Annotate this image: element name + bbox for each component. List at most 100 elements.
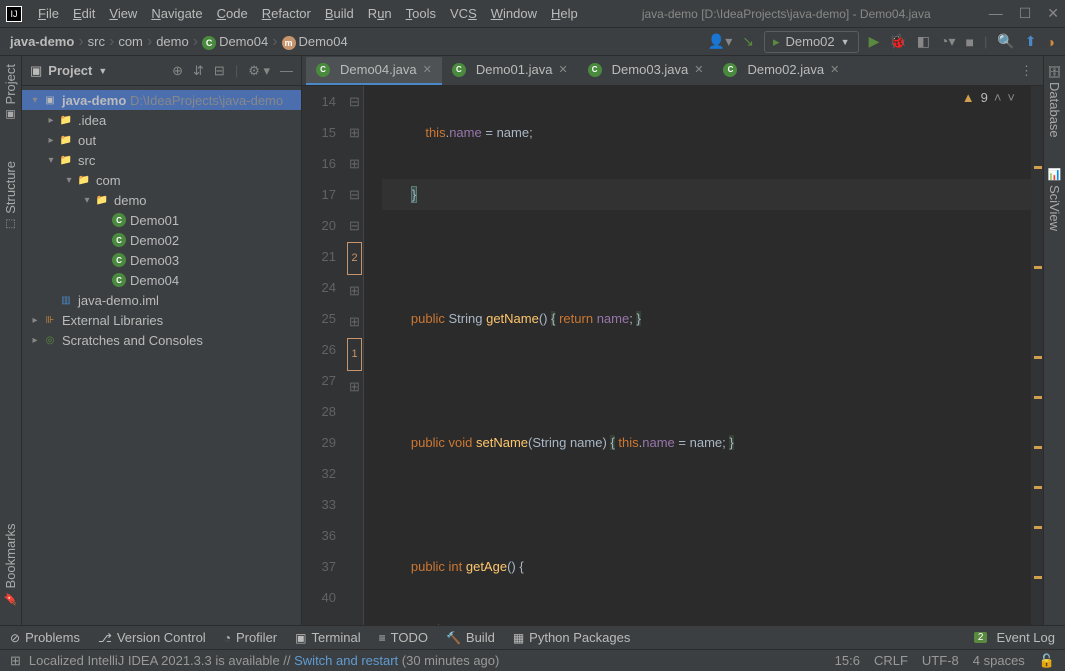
bc-class[interactable]: CDemo04 (202, 34, 268, 50)
collapse-all-icon[interactable]: ⊟ (214, 63, 225, 79)
run-config-label: Demo02 (786, 34, 835, 49)
bc-src[interactable]: src (88, 34, 105, 49)
settings-icon[interactable]: ⚙ ▾ (248, 63, 270, 79)
tool-terminal[interactable]: ▣ Terminal (295, 630, 360, 645)
search-icon[interactable]: 🔍 (997, 33, 1014, 50)
menu-code[interactable]: Code (211, 3, 254, 24)
inspection-widget[interactable]: ▲ 9 ˄ ˅ (962, 90, 1015, 105)
run-config-icon: ▸ (773, 34, 780, 50)
close-button[interactable]: ✕ (1047, 5, 1059, 22)
tab-demo01[interactable]: C Demo01.java✕ (442, 57, 578, 85)
code-editor[interactable]: ▲ 9 ˄ ˅ 141516 172021 242526 272829 3233… (302, 86, 1043, 625)
menu-window[interactable]: Window (485, 3, 543, 24)
chevron-down-icon[interactable]: ˅ (1007, 90, 1015, 105)
menu-file[interactable]: File (32, 3, 65, 24)
menu-vcs[interactable]: VCS (444, 3, 483, 24)
menu-refactor[interactable]: Refactor (256, 3, 317, 24)
menu-view[interactable]: View (103, 3, 143, 24)
title-bar: IJ File Edit View Navigate Code Refactor… (0, 0, 1065, 28)
tool-problems[interactable]: ⊘ Problems (10, 630, 80, 645)
tool-python[interactable]: ▦ Python Packages (513, 630, 631, 645)
window-title: java-demo [D:\IdeaProjects\java-demo] - … (584, 7, 989, 21)
menu-navigate[interactable]: Navigate (145, 3, 208, 24)
tool-tab-project[interactable]: ▣ Project (3, 64, 18, 121)
coverage-button[interactable]: ◧ (917, 33, 930, 50)
tab-demo03[interactable]: C Demo03.java✕ (578, 57, 714, 85)
tool-windows-icon[interactable]: ⊞ (10, 653, 21, 669)
tool-build[interactable]: 🔨 Build (446, 630, 495, 645)
minimize-button[interactable]: — (989, 5, 1003, 22)
close-icon[interactable]: ✕ (558, 63, 567, 76)
tool-vcs[interactable]: ⎇ Version Control (98, 630, 206, 645)
maximize-button[interactable]: ☐ (1019, 5, 1032, 22)
tree-out[interactable]: ▸📁out (22, 130, 301, 150)
panel-view-selector[interactable]: ▣ Project ▼ (30, 63, 107, 79)
tree-idea[interactable]: ▸📁.idea (22, 110, 301, 130)
bottom-tool-bar: ⊘ Problems ⎇ Version Control ◔ Profiler … (0, 625, 1065, 649)
tree-file-demo02[interactable]: CDemo02 (22, 230, 301, 250)
tab-demo02[interactable]: C Demo02.java✕ (713, 57, 849, 85)
chevron-right-icon: › (147, 33, 152, 51)
status-link[interactable]: Switch and restart (294, 653, 398, 668)
fold-gutter[interactable]: ⊟⊞⊞ ⊟⊟ 2 ⊞⊞ 1 ⊞ (346, 86, 364, 625)
bc-com[interactable]: com (118, 34, 143, 49)
tool-tab-sciview[interactable]: 📊 SciView (1047, 168, 1062, 231)
ide-settings-icon[interactable]: ◑ (1047, 34, 1055, 50)
add-user-icon[interactable]: 👤▾ (708, 33, 732, 50)
tree-demo[interactable]: ▾📁demo (22, 190, 301, 210)
bc-demo[interactable]: demo (156, 34, 189, 49)
tree-scratches[interactable]: ▸◎Scratches and Consoles (22, 330, 301, 350)
debug-button[interactable]: 🐞 (889, 33, 906, 50)
usage-badge[interactable]: 2 (347, 242, 361, 275)
build-icon[interactable]: ↘ (742, 33, 754, 50)
file-encoding[interactable]: UTF-8 (922, 653, 959, 669)
tab-menu-icon[interactable]: ⋮ (1010, 63, 1043, 79)
right-tool-gutter: 🗄 Database 📊 SciView (1043, 56, 1065, 625)
tool-profiler[interactable]: ◔ Profiler (224, 630, 277, 645)
code-content[interactable]: this.name = name; } public String getNam… (364, 86, 1031, 625)
tree-root[interactable]: ▾▣ java-demo D:\IdeaProjects\java-demo (22, 90, 301, 110)
cursor-position[interactable]: 15:6 (835, 653, 860, 669)
tab-demo04[interactable]: C Demo04.java✕ (306, 57, 442, 85)
close-icon[interactable]: ✕ (694, 63, 703, 76)
project-panel: ▣ Project ▼ ⊕ ⇵ ⊟ | ⚙ ▾ — ▾▣ java-demo D… (22, 56, 302, 625)
chevron-down-icon: ▼ (841, 37, 850, 47)
tree-file-demo04[interactable]: CDemo04 (22, 270, 301, 290)
tree-iml[interactable]: ▥java-demo.iml (22, 290, 301, 310)
tool-tab-structure[interactable]: ⬚ Structure (3, 161, 18, 231)
breadcrumb: java-demo › src › com › demo › CDemo04 ›… (10, 33, 348, 51)
hide-panel-icon[interactable]: — (280, 63, 293, 79)
stop-button[interactable]: ■ (966, 34, 974, 50)
run-config-selector[interactable]: ▸ Demo02 ▼ (764, 31, 859, 53)
menu-help[interactable]: Help (545, 3, 584, 24)
select-opened-icon[interactable]: ⊕ (172, 63, 183, 79)
event-log[interactable]: 2Event Log (974, 630, 1055, 645)
run-button[interactable]: ▶ (869, 33, 880, 50)
bc-project[interactable]: java-demo (10, 34, 74, 49)
error-stripe[interactable] (1031, 86, 1043, 625)
readonly-icon[interactable]: 🔓 (1039, 653, 1055, 669)
menu-build[interactable]: Build (319, 3, 360, 24)
tool-todo[interactable]: ≡ TODO (379, 630, 428, 645)
profile-button[interactable]: ◔▾ (940, 33, 955, 50)
menu-tools[interactable]: Tools (400, 3, 442, 24)
chevron-up-icon[interactable]: ˄ (994, 90, 1002, 105)
menu-edit[interactable]: Edit (67, 3, 101, 24)
close-icon[interactable]: ✕ (830, 63, 839, 76)
menu-run[interactable]: Run (362, 3, 398, 24)
tree-com[interactable]: ▾📁com (22, 170, 301, 190)
indent-info[interactable]: 4 spaces (973, 653, 1025, 669)
usage-badge[interactable]: 1 (347, 338, 361, 371)
update-icon[interactable]: ⬆ (1025, 33, 1037, 50)
tool-tab-bookmarks[interactable]: 🔖 Bookmarks (3, 523, 18, 605)
tree-src[interactable]: ▾📁src (22, 150, 301, 170)
tool-tab-database[interactable]: 🗄 Database (1047, 64, 1062, 138)
close-icon[interactable]: ✕ (423, 63, 432, 76)
editor-tabs: C Demo04.java✕ C Demo01.java✕ C Demo03.j… (302, 56, 1043, 86)
tree-file-demo03[interactable]: CDemo03 (22, 250, 301, 270)
line-separator[interactable]: CRLF (874, 653, 908, 669)
bc-method[interactable]: mDemo04 (282, 34, 348, 50)
tree-external-libs[interactable]: ▸⊪External Libraries (22, 310, 301, 330)
expand-all-icon[interactable]: ⇵ (193, 63, 204, 79)
tree-file-demo01[interactable]: CDemo01 (22, 210, 301, 230)
